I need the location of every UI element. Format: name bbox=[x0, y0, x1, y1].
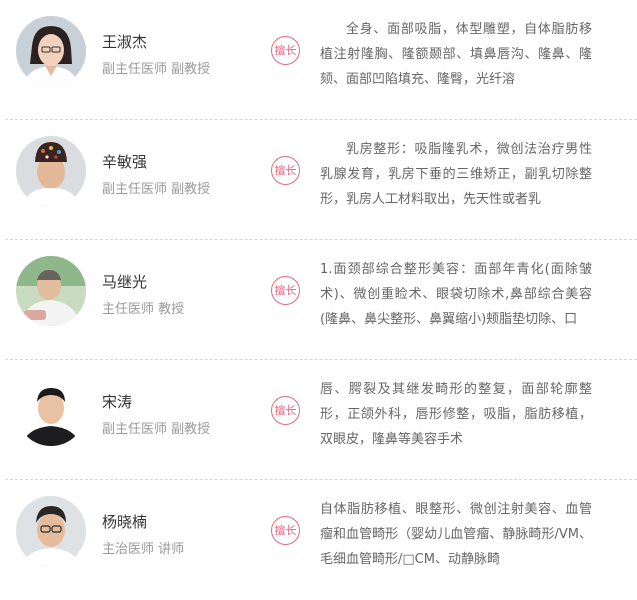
doctor-avatar[interactable] bbox=[16, 256, 86, 326]
specialty-badge: 擅长 bbox=[271, 156, 300, 185]
specialty-badge: 擅长 bbox=[271, 516, 300, 545]
doctor-card[interactable]: 马继光 主任医师 教授 擅长 1.面颈部综合整形美容：面部年青化(面除皱术)、微… bbox=[0, 240, 637, 360]
doctor-avatar[interactable] bbox=[16, 136, 86, 206]
doctor-titles: 主治医师 讲师 bbox=[102, 542, 185, 557]
doctor-card[interactable]: 宋涛 副主任医师 副教授 擅长 唇、腭裂及其继发畸形的整复，面部轮廓整形，正颌外… bbox=[0, 360, 637, 480]
doctor-avatar[interactable] bbox=[16, 16, 86, 86]
doctor-specialty: 1.面颈部综合整形美容：面部年青化(面除皱术)、微创重睑术、眼袋切除术,鼻部综合… bbox=[320, 262, 592, 327]
doctor-name[interactable]: 宋涛 bbox=[102, 391, 132, 412]
doctor-specialty: 乳房整形：吸脂隆乳术，微创法治疗男性乳腺发育，乳房下垂的三维矫正，副乳切除整形，… bbox=[320, 142, 592, 207]
doctor-card[interactable]: 王淑杰 副主任医师 副教授 擅长 全身、面部吸脂，体型雕塑，自体脂肪移植注射隆胸… bbox=[0, 0, 637, 120]
doctor-name[interactable]: 王淑杰 bbox=[102, 31, 147, 52]
specialty-badge: 擅长 bbox=[271, 36, 300, 65]
doctor-titles: 副主任医师 副教授 bbox=[102, 182, 211, 197]
doctor-card[interactable]: 杨晓楠 主治医师 讲师 擅长 自体脂肪移植、眼整形、微创注射美容、血管瘤和血管畸… bbox=[0, 480, 637, 600]
doctor-card[interactable]: 辛敏强 副主任医师 副教授 擅长 乳房整形：吸脂隆乳术，微创法治疗男性乳腺发育，… bbox=[0, 120, 637, 240]
specialty-badge: 擅长 bbox=[271, 276, 300, 305]
doctor-titles: 主任医师 教授 bbox=[102, 302, 185, 317]
doctor-titles: 副主任医师 副教授 bbox=[102, 422, 211, 437]
doctor-avatar[interactable] bbox=[16, 496, 86, 566]
doctor-specialty: 自体脂肪移植、眼整形、微创注射美容、血管瘤和血管畸形（婴幼儿血管瘤、静脉畸形/V… bbox=[320, 502, 592, 567]
doctor-name[interactable]: 马继光 bbox=[102, 271, 147, 292]
doctor-name[interactable]: 杨晓楠 bbox=[102, 511, 147, 532]
doctor-name[interactable]: 辛敏强 bbox=[102, 151, 147, 172]
doctor-specialty: 全身、面部吸脂，体型雕塑，自体脂肪移植注射隆胸、隆额颞部、填鼻唇沟、隆鼻、隆颏、… bbox=[320, 22, 592, 87]
doctor-list: 王淑杰 副主任医师 副教授 擅长 全身、面部吸脂，体型雕塑，自体脂肪移植注射隆胸… bbox=[0, 0, 637, 580]
doctor-specialty: 唇、腭裂及其继发畸形的整复，面部轮廓整形，正颌外科，唇形修整，吸脂，脂肪移植，双… bbox=[320, 382, 592, 447]
doctor-avatar[interactable] bbox=[16, 376, 86, 446]
doctor-titles: 副主任医师 副教授 bbox=[102, 62, 211, 77]
specialty-badge: 擅长 bbox=[271, 396, 300, 425]
